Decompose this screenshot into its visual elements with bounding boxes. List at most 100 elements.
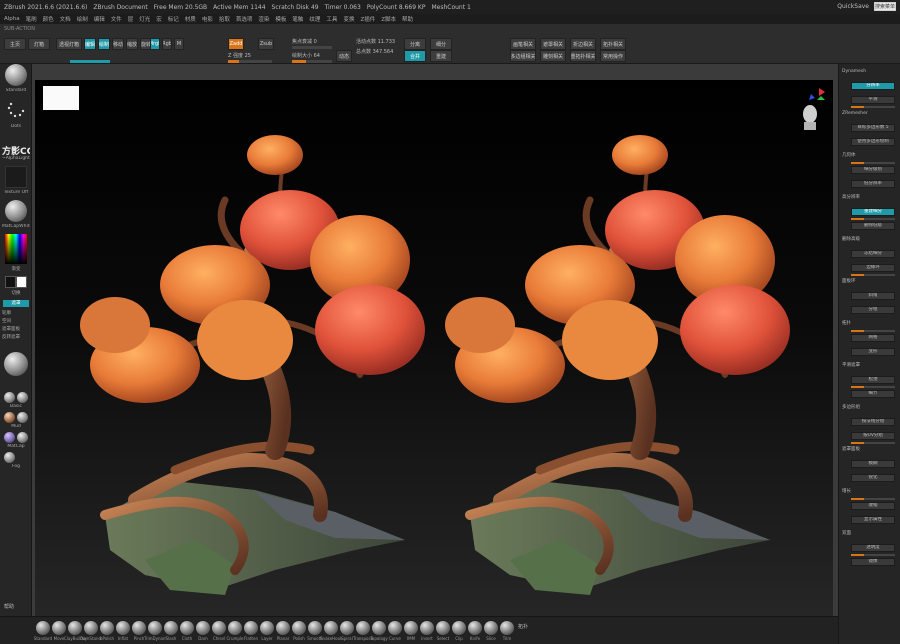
edit-button[interactable]: 编辑 [84, 38, 96, 50]
left-menu-item[interactable]: 反转遮罩 [2, 334, 30, 340]
brush-item[interactable] [164, 621, 178, 635]
tool-panel-slider[interactable] [851, 106, 895, 108]
texture-thumbnail[interactable] [5, 166, 27, 188]
tool-panel-button[interactable]: 镜像 [851, 558, 895, 566]
brush-swatch[interactable] [4, 392, 15, 403]
focal-shift-slider[interactable] [292, 46, 332, 49]
home-button[interactable]: 主页 [4, 38, 26, 50]
tool-panel-slider[interactable] [851, 330, 895, 332]
brush-item[interactable] [484, 621, 498, 635]
tool-panel-button[interactable]: 松弛 [851, 376, 895, 384]
tool-panel-slider[interactable] [851, 386, 895, 388]
menu-item[interactable]: 材质 [185, 15, 196, 23]
brush-item[interactable] [420, 621, 434, 635]
shortcut-button[interactable]: 拓扑相关 [600, 38, 626, 50]
shortcut-button[interactable]: 常用操作 [600, 50, 626, 62]
help-label[interactable]: 帮助 [4, 603, 14, 610]
tool-panel-button[interactable]: 目标多边形数 5 [851, 124, 895, 132]
tool-panel-button[interactable]: 平滑 [851, 96, 895, 104]
menu-item[interactable]: 笔刷 [26, 15, 37, 23]
left-menu-item[interactable]: 空间 [2, 318, 30, 324]
lightbox-button[interactable]: 灯箱 [28, 38, 50, 50]
preview-button[interactable]: 透视灯箱 [56, 38, 82, 50]
brush-item[interactable] [36, 621, 50, 635]
menu-item[interactable]: 渲染 [258, 15, 269, 23]
tool-panel-button[interactable]: 按UV分组 [851, 432, 895, 440]
switch-color-label[interactable]: 切换 [2, 290, 30, 296]
brush-item[interactable] [404, 621, 418, 635]
brush-item[interactable] [100, 621, 114, 635]
brush-item[interactable] [388, 621, 402, 635]
menu-item[interactable]: 拾取 [219, 15, 230, 23]
tool-panel-slider[interactable] [851, 162, 895, 164]
tool-panel-button[interactable]: 细节 [851, 390, 895, 398]
tool-panel-button[interactable]: 透明度 [851, 544, 895, 552]
split-button[interactable]: 分离 [404, 38, 426, 50]
menu-item[interactable]: 变换 [343, 15, 354, 23]
shortcut-button[interactable]: 多边组相关 [510, 50, 536, 62]
brush-item[interactable] [244, 621, 258, 635]
brush-item[interactable] [356, 621, 370, 635]
left-menu-item[interactable]: 轮廓 [2, 310, 30, 316]
tool-panel-slider[interactable] [851, 442, 895, 444]
brush-item[interactable] [52, 621, 66, 635]
shortcut-button[interactable]: 折边相关 [570, 38, 596, 50]
brush-item[interactable] [196, 621, 210, 635]
shortcut-button[interactable]: 画笔相关 [510, 38, 536, 50]
rgb-button[interactable]: Rgb [162, 38, 172, 50]
tool-panel-button[interactable]: 使用多边形绘制 [851, 138, 895, 146]
tool-panel-button[interactable]: 分辨率 [851, 82, 895, 90]
brush-item[interactable] [292, 621, 306, 635]
menu-item[interactable]: 笔触 [292, 15, 303, 23]
brush-item[interactable] [132, 621, 146, 635]
brush-swatch[interactable] [4, 432, 15, 443]
left-menu-item[interactable]: 遮罩面板 [2, 326, 30, 332]
brush-item[interactable] [500, 621, 514, 635]
material-thumbnail[interactable] [5, 200, 27, 222]
brush-item[interactable] [372, 621, 386, 635]
brush-swatch[interactable] [4, 452, 15, 463]
menu-item[interactable]: Alpha [4, 16, 20, 22]
brush-item[interactable] [148, 621, 162, 635]
brush-swatch[interactable] [4, 412, 15, 423]
tool-panel-button[interactable]: 锐化 [851, 474, 895, 482]
menu-item[interactable]: 标记 [168, 15, 179, 23]
brush-swatch[interactable] [17, 432, 28, 443]
navigation-gizmo[interactable] [797, 86, 827, 132]
menu-item[interactable]: 模板 [275, 15, 286, 23]
tool-panel-slider[interactable] [851, 274, 895, 276]
main-color-swatch[interactable] [5, 276, 16, 288]
brush-item[interactable] [68, 621, 82, 635]
tool-panel-slider[interactable] [851, 554, 895, 556]
brush-item[interactable] [212, 621, 226, 635]
scale-button[interactable]: 缩放 [126, 38, 138, 50]
secondary-color-swatch[interactable] [16, 276, 27, 288]
draw-size-slider[interactable] [292, 60, 332, 63]
tool-panel-button[interactable]: 显示属性 [851, 516, 895, 524]
menu-item[interactable]: 颜色 [43, 15, 54, 23]
shortcut-button[interactable]: 雕刻相关 [540, 50, 566, 62]
tool-panel-button[interactable]: 按法线分组 [851, 418, 895, 426]
dynamic-button[interactable]: 动态 [336, 50, 352, 62]
brush-item[interactable] [84, 621, 98, 635]
m-button[interactable]: M [174, 38, 184, 50]
tool-panel-slider[interactable] [851, 218, 895, 220]
preview-slider[interactable] [70, 60, 110, 63]
tool-panel-button[interactable]: 模糊 [851, 460, 895, 468]
brush-item[interactable] [468, 621, 482, 635]
menu-item[interactable]: 灯光 [139, 15, 150, 23]
menu-item[interactable]: Z脚本 [381, 15, 396, 23]
menu-item[interactable]: 宏 [156, 15, 162, 23]
menu-item[interactable]: 层 [128, 15, 134, 23]
tool-panel-button[interactable]: 边缘环 [851, 264, 895, 272]
brush-item[interactable] [308, 621, 322, 635]
menu-item[interactable]: 纹理 [309, 15, 320, 23]
menu-item[interactable]: 首选项 [236, 15, 253, 23]
menu-item[interactable]: 绘制 [77, 15, 88, 23]
menu-item[interactable]: 帮助 [402, 15, 413, 23]
zsub-button[interactable]: Zsub [258, 38, 274, 50]
shortcut-button[interactable]: 遮罩相关 [540, 38, 566, 50]
tool-panel-button[interactable]: 收缩 [851, 502, 895, 510]
subdivide-button[interactable]: 细分 [430, 38, 452, 50]
menu-item[interactable]: 文件 [111, 15, 122, 23]
